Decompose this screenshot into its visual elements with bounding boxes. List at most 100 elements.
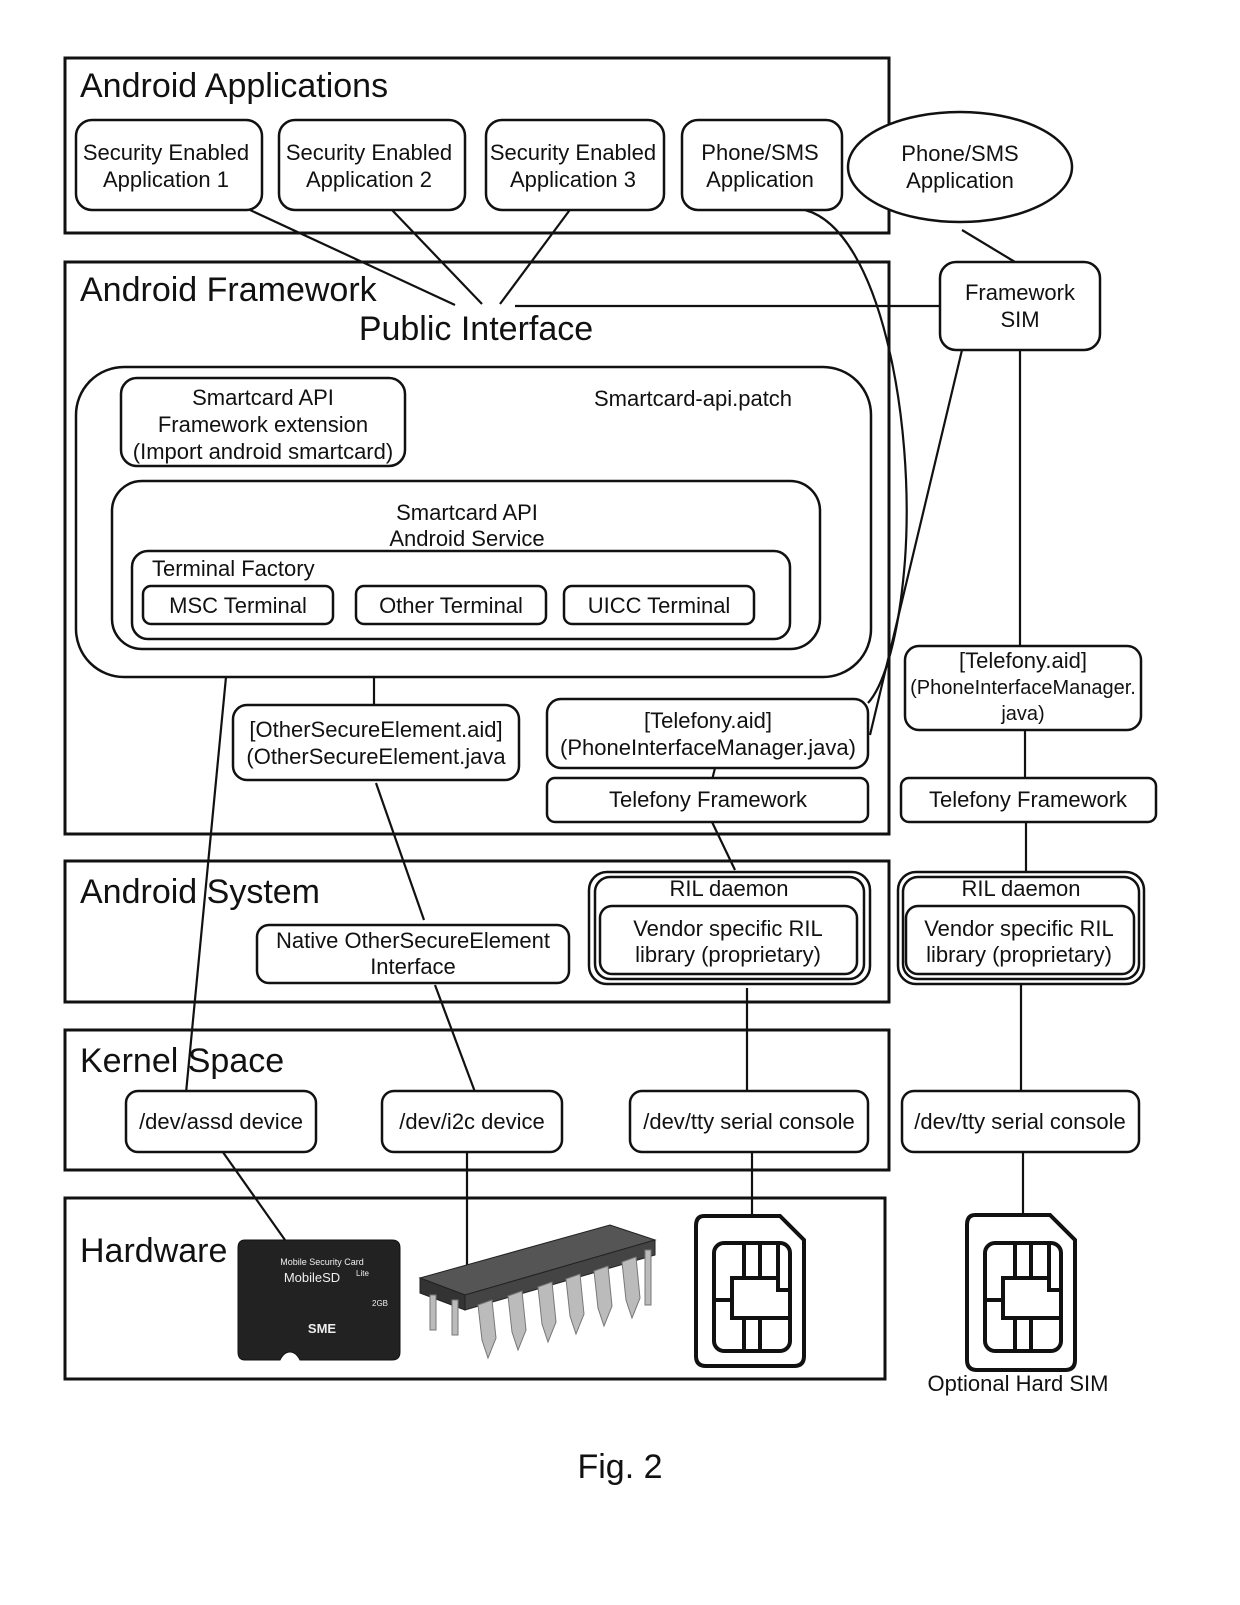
svg-text:Application: Application	[906, 168, 1014, 193]
svg-text:/dev/i2c device: /dev/i2c device	[399, 1109, 545, 1134]
app-box-security-2[interactable]: Security Enabled Application 2	[277, 118, 467, 212]
svg-text:Other Terminal: Other Terminal	[379, 593, 523, 618]
svg-text:Vendor specific RIL: Vendor specific RIL	[924, 916, 1114, 941]
wire-extapp-frameworksim	[961, 229, 1016, 263]
svg-text:Telefony Framework: Telefony Framework	[609, 787, 808, 812]
architecture-diagram: Android Applications Security Enabled Ap…	[63, 56, 1158, 1486]
terminal-factory: Terminal Factory MSC Terminal Other Term…	[130, 549, 792, 641]
wire-app3-public	[499, 206, 573, 305]
right-vendor-ril-library[interactable]: Vendor specific RIL library (proprietary…	[904, 904, 1136, 976]
svg-text:library (proprietary): library (proprietary)	[926, 942, 1112, 967]
smartcard-api-patch: Smartcard-api.patch Smartcard API Framew…	[74, 365, 873, 679]
layer-android-system: Android System Native OtherSecureElement…	[63, 859, 891, 1004]
svg-text:Interface: Interface	[370, 954, 456, 979]
app-box-phone-sms[interactable]: Phone/SMS Application	[680, 118, 844, 212]
svg-text:Application 1: Application 1	[103, 167, 229, 192]
layer-hardware: Hardware Mobile Security Card MobileSD L…	[63, 1196, 887, 1381]
svg-text:(OtherSecureElement.java: (OtherSecureElement.java	[246, 744, 506, 769]
svg-text:[Telefony.aid]: [Telefony.aid]	[644, 708, 772, 733]
svg-text:Lite: Lite	[356, 1269, 369, 1278]
svg-text:Smartcard API: Smartcard API	[396, 500, 538, 525]
app-box-security-1[interactable]: Security Enabled Application 1	[74, 118, 264, 212]
svg-text:java): java)	[1000, 703, 1044, 725]
svg-text:(Import android smartcard): (Import android smartcard)	[133, 439, 393, 464]
right-telefony-framework-box[interactable]: Telefony Framework	[899, 776, 1158, 824]
wire-otherse-native	[374, 782, 426, 921]
svg-text:UICC Terminal: UICC Terminal	[588, 593, 731, 618]
layer-title: Android System	[80, 873, 320, 911]
svg-text:Application: Application	[706, 167, 814, 192]
other-terminal[interactable]: Other Terminal	[354, 584, 548, 626]
svg-text:SIM: SIM	[1000, 307, 1039, 332]
svg-text:/dev/assd device: /dev/assd device	[139, 1109, 303, 1134]
svg-text:Native OtherSecureElement: Native OtherSecureElement	[276, 928, 550, 953]
svg-text:Telefony Framework: Telefony Framework	[929, 787, 1128, 812]
svg-text:Android Service: Android Service	[389, 526, 544, 551]
framework-sim-box[interactable]: Framework SIM	[938, 260, 1102, 352]
dev-tty-serial-console[interactable]: /dev/tty serial console	[628, 1089, 870, 1154]
external-phone-sms-app[interactable]: Phone/SMS Application	[846, 110, 1074, 224]
svg-text:Phone/SMS: Phone/SMS	[701, 140, 818, 165]
svg-text:RIL daemon: RIL daemon	[961, 876, 1080, 901]
sim-card-icon	[694, 1214, 806, 1368]
layer-title: Hardware	[80, 1232, 227, 1270]
smartcard-framework-extension[interactable]: Smartcard API Framework extension (Impor…	[119, 376, 407, 468]
svg-text:SME: SME	[308, 1321, 337, 1336]
svg-text:Vendor specific RIL: Vendor specific RIL	[633, 916, 823, 941]
svg-text:[OtherSecureElement.aid]: [OtherSecureElement.aid]	[249, 717, 502, 742]
svg-text:(PhoneInterfaceManager.java): (PhoneInterfaceManager.java)	[560, 735, 856, 760]
vendor-ril-library[interactable]: Vendor specific RIL library (proprietary…	[598, 904, 859, 976]
svg-text:MSC Terminal: MSC Terminal	[169, 593, 307, 618]
wire-app2-public	[391, 209, 483, 305]
svg-text:Mobile Security Card: Mobile Security Card	[280, 1257, 364, 1267]
figure-caption: Fig. 2	[577, 1448, 662, 1486]
right-telefony-aid-box[interactable]: [Telefony.aid] (PhoneInterfaceManager. j…	[903, 644, 1143, 732]
integrated-circuit-icon	[418, 1224, 657, 1360]
mobile-sd-card-icon: Mobile Security Card MobileSD Lite 2GB S…	[237, 1239, 401, 1361]
svg-text:/dev/tty serial console: /dev/tty serial console	[914, 1109, 1126, 1134]
svg-text:Terminal Factory: Terminal Factory	[152, 556, 315, 581]
telefony-aid-box[interactable]: [Telefony.aid] (PhoneInterfaceManager.ja…	[545, 697, 870, 770]
svg-text:[Telefony.aid]: [Telefony.aid]	[959, 648, 1087, 673]
svg-text:Security Enabled: Security Enabled	[83, 140, 249, 165]
layer-android-applications: Android Applications Security Enabled Ap…	[63, 56, 891, 235]
other-secure-element-aid[interactable]: [OtherSecureElement.aid] (OtherSecureEle…	[231, 703, 521, 782]
right-stack: [Telefony.aid] (PhoneInterfaceManager. j…	[896, 644, 1158, 1396]
svg-text:Application 3: Application 3	[510, 167, 636, 192]
svg-text:MobileSD: MobileSD	[284, 1270, 340, 1285]
smartcard-android-service: Smartcard API Android Service Terminal F…	[110, 479, 822, 651]
svg-text:/dev/tty serial console: /dev/tty serial console	[643, 1109, 855, 1134]
svg-text:(PhoneInterfaceManager.: (PhoneInterfaceManager.	[910, 677, 1136, 699]
telefony-framework-box[interactable]: Telefony Framework	[545, 776, 870, 824]
right-ril-daemon[interactable]: RIL daemon Vendor specific RIL library (…	[896, 870, 1146, 986]
optional-hard-sim-caption: Optional Hard SIM	[928, 1371, 1109, 1396]
layer-title: Android Framework	[80, 271, 378, 309]
ril-daemon[interactable]: RIL daemon Vendor specific RIL library (…	[587, 870, 872, 986]
svg-text:RIL daemon: RIL daemon	[669, 876, 788, 901]
svg-text:Security Enabled: Security Enabled	[490, 140, 656, 165]
svg-text:Application 2: Application 2	[306, 167, 432, 192]
public-interface-label: Public Interface	[359, 310, 593, 348]
app-box-security-3[interactable]: Security Enabled Application 3	[484, 118, 666, 212]
svg-text:Framework extension: Framework extension	[158, 412, 368, 437]
layer-kernel-space: Kernel Space /dev/assd device /dev/i2c d…	[63, 1028, 891, 1172]
svg-text:library (proprietary): library (proprietary)	[635, 942, 821, 967]
uicc-terminal[interactable]: UICC Terminal	[562, 584, 756, 626]
msc-terminal[interactable]: MSC Terminal	[141, 584, 335, 626]
native-other-se-interface[interactable]: Native OtherSecureElement Interface	[255, 923, 571, 985]
wire-assd-sdcard	[219, 1147, 286, 1241]
layer-android-framework: Android Framework Public Interface Smart…	[63, 260, 891, 836]
svg-text:2GB: 2GB	[372, 1299, 388, 1308]
dev-i2c-device[interactable]: /dev/i2c device	[380, 1089, 564, 1154]
dev-assd-device[interactable]: /dev/assd device	[124, 1089, 318, 1154]
svg-text:Security Enabled: Security Enabled	[286, 140, 452, 165]
optional-hard-sim-icon	[965, 1213, 1077, 1372]
patch-label: Smartcard-api.patch	[594, 386, 792, 411]
wire-telfw-ril	[711, 821, 736, 871]
layer-title: Android Applications	[80, 67, 388, 105]
right-dev-tty-serial-console[interactable]: /dev/tty serial console	[900, 1089, 1141, 1154]
svg-text:Smartcard API: Smartcard API	[192, 385, 334, 410]
layer-title: Kernel Space	[80, 1042, 284, 1080]
svg-text:Phone/SMS: Phone/SMS	[901, 141, 1018, 166]
svg-text:Framework: Framework	[965, 280, 1076, 305]
